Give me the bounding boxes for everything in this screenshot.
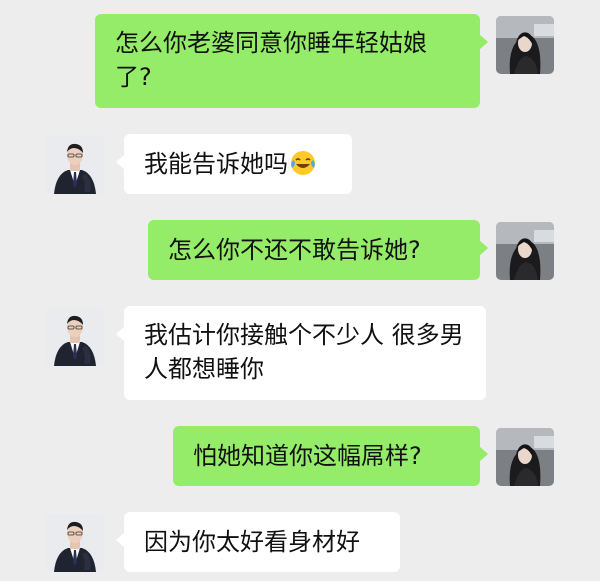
man-suit-photo-icon: [46, 136, 104, 194]
message-text: 我估计你接触个不少人 很多男人都想睡你: [144, 321, 464, 383]
received-message-bubble[interactable]: 我能告诉她吗: [116, 134, 352, 194]
self-avatar[interactable]: [496, 16, 554, 74]
message-row-received: 因为你太好看身材好: [0, 512, 600, 576]
contact-avatar[interactable]: [46, 308, 104, 366]
message-row-received: 我估计你接触个不少人 很多男人都想睡你: [0, 306, 600, 404]
message-text: 我能告诉她吗: [144, 150, 288, 178]
sent-message-bubble[interactable]: 怎么你不还不敢告诉她?: [148, 220, 488, 280]
girl-photo-icon: [496, 428, 554, 486]
self-avatar[interactable]: [496, 428, 554, 486]
message-text: 怎么你不还不敢告诉她?: [168, 236, 421, 264]
bubble-tail: [479, 240, 488, 256]
girl-photo-icon: [496, 222, 554, 280]
bubble-tail: [479, 34, 488, 50]
chat-view[interactable]: 怎么你老婆同意你睡年轻姑娘了? 我能告诉她吗 怎么你不还不敢告诉她? 我估计你接…: [0, 0, 600, 581]
received-message-bubble[interactable]: 我估计你接触个不少人 很多男人都想睡你: [116, 306, 486, 400]
bubble-tail: [116, 532, 125, 548]
message-text: 怎么你老婆同意你睡年轻姑娘了?: [115, 29, 427, 91]
contact-avatar[interactable]: [46, 514, 104, 572]
bubble-tail: [479, 446, 488, 462]
girl-photo-icon: [496, 16, 554, 74]
message-row-sent: 怎么你老婆同意你睡年轻姑娘了?: [0, 14, 600, 112]
message-text: 因为你太好看身材好: [144, 528, 360, 556]
laughing-crying-emoji-icon: [291, 151, 315, 175]
received-message-bubble[interactable]: 因为你太好看身材好: [116, 512, 400, 572]
message-text: 怕她知道你这幅屌样?: [193, 442, 422, 470]
sent-message-bubble[interactable]: 怎么你老婆同意你睡年轻姑娘了?: [95, 14, 488, 108]
self-avatar[interactable]: [496, 222, 554, 280]
sent-message-bubble[interactable]: 怕她知道你这幅屌样?: [173, 426, 488, 486]
bubble-tail: [116, 154, 125, 170]
message-row-sent: 怕她知道你这幅屌样?: [0, 426, 600, 490]
man-suit-photo-icon: [46, 514, 104, 572]
bubble-tail: [116, 326, 125, 342]
contact-avatar[interactable]: [46, 136, 104, 194]
message-row-sent: 怎么你不还不敢告诉她?: [0, 220, 600, 284]
message-row-received: 我能告诉她吗: [0, 134, 600, 198]
man-suit-photo-icon: [46, 308, 104, 366]
